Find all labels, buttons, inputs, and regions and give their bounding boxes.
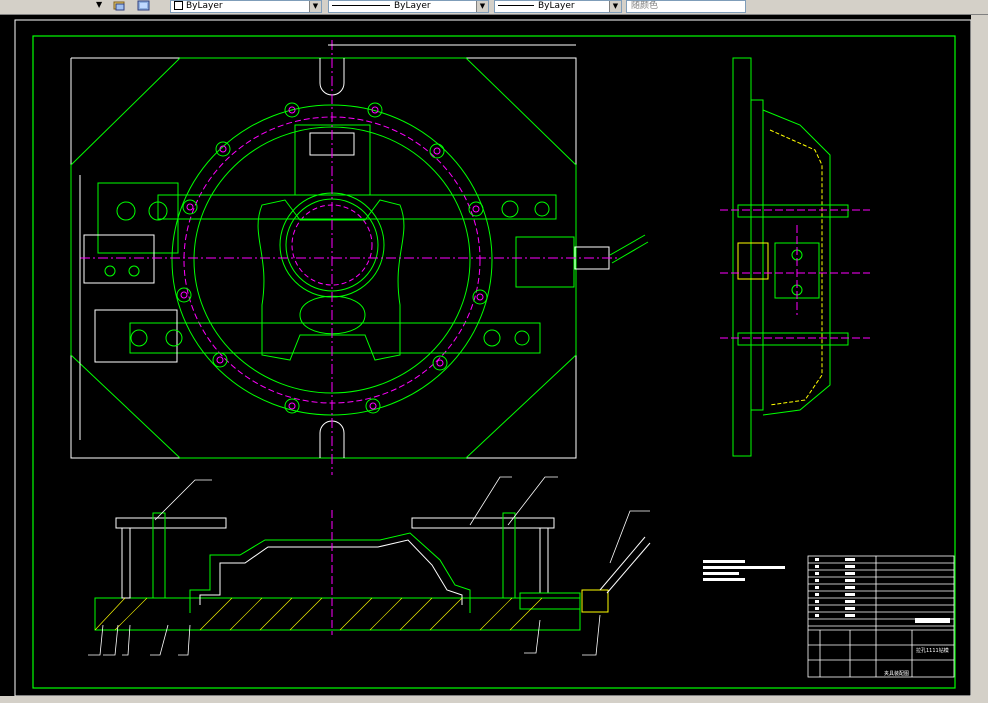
chevron-down-icon: ▼ (96, 0, 103, 9)
drawing-title: 拉孔1111钻模 (916, 648, 949, 654)
footer-label: 夹具装配图 (884, 671, 910, 677)
chevron-down-icon: ▼ (609, 1, 621, 12)
top-view (70, 40, 649, 475)
plotstyle-dropdown[interactable]: 随颜色 (626, 0, 746, 13)
layer-dropdown-tail[interactable]: ▼ (0, 0, 110, 12)
layer-states-icon[interactable] (136, 0, 152, 12)
cad-drawing (14, 19, 971, 696)
front-section-view (94, 510, 651, 635)
vertical-scrollbar[interactable] (971, 15, 988, 696)
chevron-down-icon: ▼ (309, 1, 321, 12)
color-dropdown[interactable]: ByLayer ▼ (170, 0, 322, 13)
chevron-down-icon: ▼ (476, 1, 488, 12)
technical-notes (703, 560, 785, 581)
lineweight-dropdown[interactable]: ByLayer ▼ (494, 0, 622, 13)
sheet-boundary (14, 19, 971, 696)
leader-lines (88, 476, 650, 656)
title-block (807, 555, 955, 678)
side-view (720, 57, 870, 457)
horizontal-scrollbar[interactable] (0, 696, 988, 703)
color-swatch-icon (174, 1, 183, 10)
linetype-dropdown[interactable]: ByLayer ▼ (328, 0, 489, 13)
properties-toolbar: ▼ ByLayer ▼ ByLayer ▼ ByLayer ▼ 随颜色 (0, 0, 988, 15)
drawing-canvas[interactable]: 拉孔1111钻模 夹具装配图 (0, 15, 971, 696)
section-hatching (94, 597, 543, 631)
layer-previous-icon[interactable] (113, 0, 127, 12)
